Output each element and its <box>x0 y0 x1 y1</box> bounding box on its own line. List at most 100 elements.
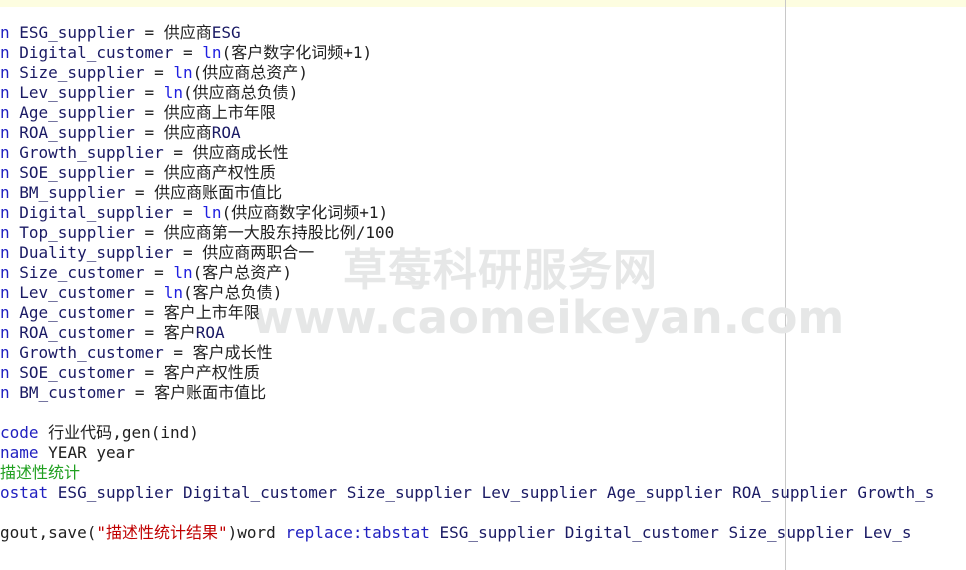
code-line[interactable]: code 行业代码,gen(ind) <box>0 423 199 443</box>
code-token: 客户产权性质 <box>163 363 260 382</box>
code-token: ( <box>221 43 232 62</box>
code-token: 描述性统计 <box>0 463 81 482</box>
code-token: = <box>144 163 164 182</box>
code-token: = <box>154 63 174 82</box>
code-token: "描述性统计结果" <box>96 523 228 542</box>
code-token: n <box>0 163 20 182</box>
code-line[interactable]: 描述性统计 <box>0 463 80 483</box>
code-token: 供应商 <box>163 23 212 42</box>
code-token: BM_supplier <box>19 183 135 202</box>
code-token: ESG_supplier Digital_customer Size_suppl… <box>57 483 935 502</box>
code-token: ROA <box>211 123 241 142</box>
code-token: 供应商总负债 <box>192 83 289 102</box>
code-token: n <box>0 83 20 102</box>
code-token: n <box>0 383 20 402</box>
code-token: SOE_customer <box>19 363 145 382</box>
code-line[interactable]: n Digital_customer = ln(客户数字化词频+1) <box>0 43 372 63</box>
code-token: Growth_customer <box>19 343 174 362</box>
code-line[interactable]: n Duality_supplier = 供应商两职合一 <box>0 243 314 263</box>
code-token: /100 <box>355 223 395 242</box>
code-token: +1) <box>343 43 373 62</box>
code-token: 供应商成长性 <box>192 143 289 162</box>
code-token: n <box>0 323 20 342</box>
code-token: 供应商总资产 <box>202 63 299 82</box>
code-token: ( <box>192 63 203 82</box>
code-token: = <box>183 243 203 262</box>
code-line[interactable]: n Lev_supplier = ln(供应商总负债) <box>0 83 298 103</box>
code-token: 供应商数字化词频 <box>231 203 360 222</box>
code-token: Digital_supplier <box>19 203 184 222</box>
code-line[interactable]: n Digital_supplier = ln(供应商数字化词频+1) <box>0 203 388 223</box>
code-token: 客户总资产 <box>202 263 283 282</box>
code-token: )word <box>227 523 286 542</box>
code-token: n <box>0 203 20 222</box>
code-token: = <box>183 43 203 62</box>
code-token: SOE_supplier <box>19 163 145 182</box>
code-token: = <box>144 103 164 122</box>
code-line[interactable]: name YEAR year <box>0 443 135 463</box>
code-line[interactable]: n Top_supplier = 供应商第一大股东持股比例/100 <box>0 223 394 243</box>
code-line[interactable]: n ESG_supplier = 供应商ESG <box>0 23 241 43</box>
code-token: ( <box>183 83 193 102</box>
code-token: ,gen(ind) <box>112 423 199 442</box>
code-line[interactable]: n BM_customer = 客户账面市值比 <box>0 383 266 403</box>
code-token: ( <box>221 203 232 222</box>
code-line[interactable]: n Growth_customer = 客户成长性 <box>0 343 273 363</box>
code-token: +1) <box>359 203 389 222</box>
code-line[interactable]: n Growth_supplier = 供应商成长性 <box>0 143 289 163</box>
code-token: 客户账面市值比 <box>154 383 267 402</box>
code-line[interactable]: n SOE_customer = 客户产权性质 <box>0 363 260 383</box>
code-token: = <box>144 323 164 342</box>
code-token: ln <box>163 83 184 102</box>
code-token: BM_customer <box>19 383 135 402</box>
code-line[interactable]: n Age_supplier = 供应商上市年限 <box>0 103 276 123</box>
code-token: n <box>0 103 20 122</box>
code-line[interactable]: n ROA_supplier = 供应商ROA <box>0 123 241 143</box>
code-token: ESG <box>211 23 241 42</box>
code-token: = <box>144 283 164 302</box>
code-token: Lev_supplier <box>19 83 145 102</box>
code-token: = <box>144 223 164 242</box>
code-token: ) <box>272 283 283 302</box>
code-line[interactable]: n Size_customer = ln(客户总资产) <box>0 263 292 283</box>
code-text-area[interactable]: n ESG_supplier = 供应商ESG n Digital_custome… <box>0 0 966 570</box>
code-token: = <box>183 203 203 222</box>
code-token: Size_customer <box>19 263 155 282</box>
code-token: ln <box>202 203 222 222</box>
code-token: n <box>0 243 20 262</box>
code-token: ROA_customer <box>19 323 145 342</box>
code-token: ( <box>192 263 203 282</box>
code-line[interactable]: gout,save("描述性统计结果")word replace:tabstat… <box>0 523 912 543</box>
code-line[interactable]: n BM_supplier = 供应商账面市值比 <box>0 183 282 203</box>
code-token: ostat <box>0 483 58 502</box>
code-token: Age_supplier <box>19 103 145 122</box>
code-token: ) <box>288 83 299 102</box>
code-token: ROA_supplier <box>19 123 145 142</box>
code-token: n <box>0 23 20 42</box>
code-token: n <box>0 63 20 82</box>
code-token: ESG_supplier Digital_customer Size_suppl… <box>439 523 912 542</box>
code-token: n <box>0 363 20 382</box>
code-token: = <box>173 343 193 362</box>
code-token: n <box>0 143 20 162</box>
code-token: n <box>0 263 20 282</box>
code-token: 行业代码 <box>48 423 113 442</box>
code-line[interactable]: n SOE_supplier = 供应商产权性质 <box>0 163 276 183</box>
code-token: ln <box>173 63 193 82</box>
code-token: ) <box>298 63 308 82</box>
code-line[interactable]: n Lev_customer = ln(客户总负债) <box>0 283 282 303</box>
code-line[interactable]: n Age_customer = 客户上市年限 <box>0 303 260 323</box>
code-token: = <box>144 123 164 142</box>
code-line[interactable]: n ROA_customer = 客户ROA <box>0 323 225 343</box>
code-token: n <box>0 303 20 322</box>
code-token: 供应商账面市值比 <box>154 183 283 202</box>
code-token: ROA <box>195 323 225 342</box>
code-token: = <box>134 183 155 202</box>
code-token: Duality_supplier <box>19 243 184 262</box>
code-line[interactable]: ostat ESG_supplier Digital_customer Size… <box>0 483 934 503</box>
code-token: = <box>144 363 164 382</box>
code-line[interactable]: n Size_supplier = ln(供应商总资产) <box>0 63 308 83</box>
code-token: n <box>0 283 20 302</box>
code-token: ln <box>163 283 184 302</box>
code-token: Top_supplier <box>19 223 145 242</box>
